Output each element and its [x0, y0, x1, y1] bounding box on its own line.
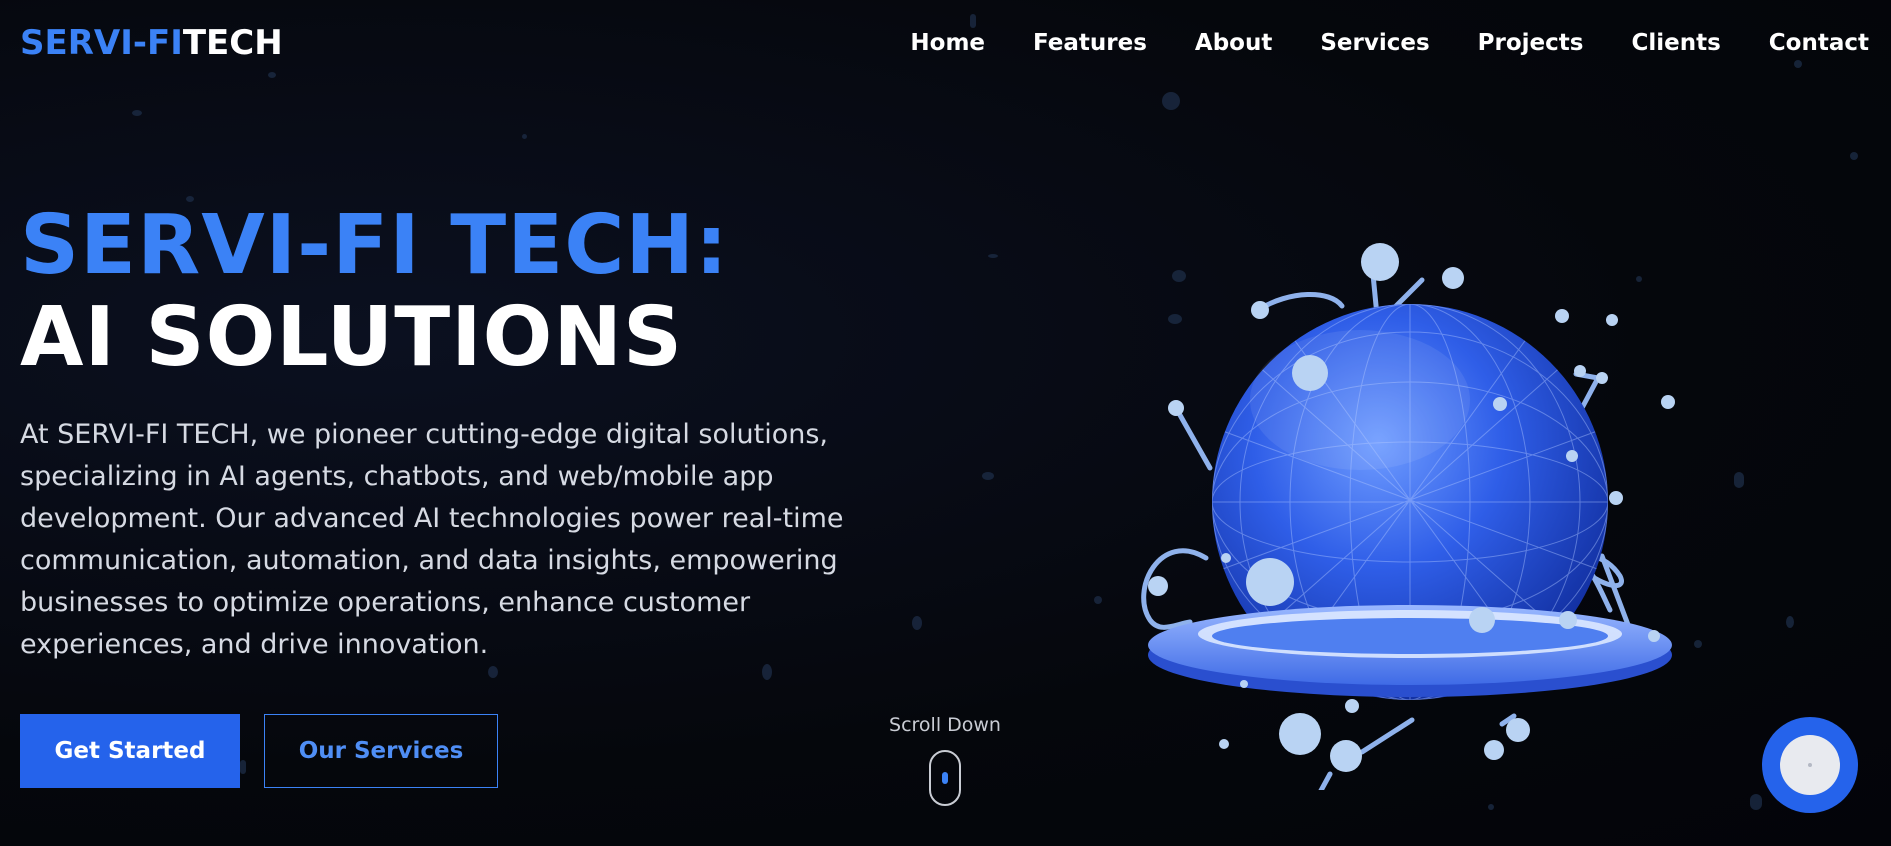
particle — [522, 134, 527, 139]
scroll-down-label: Scroll Down — [889, 714, 1001, 736]
nav-services[interactable]: Services — [1320, 30, 1429, 56]
globe-highlight — [1250, 330, 1470, 470]
chat-icon — [1780, 735, 1840, 795]
chat-dot — [1808, 763, 1812, 767]
get-started-button[interactable]: Get Started — [20, 714, 240, 788]
hero-title-line2: AI SOLUTIONS — [20, 290, 684, 385]
particle — [988, 254, 998, 258]
globe-network-icon — [1120, 230, 1700, 821]
nav-clients[interactable]: Clients — [1631, 30, 1720, 56]
site-header: SERVI-FITECH Home Features About Service… — [0, 0, 1891, 86]
particle — [1162, 92, 1180, 110]
landing-page: SERVI-FITECH Home Features About Service… — [0, 0, 1891, 846]
particle — [1734, 472, 1744, 488]
particle — [240, 760, 246, 774]
site-logo[interactable]: SERVI-FITECH — [20, 23, 283, 63]
particle — [132, 110, 142, 116]
nav-projects[interactable]: Projects — [1478, 30, 1584, 56]
main-nav: Home Features About Services Projects Cl… — [910, 30, 1869, 56]
globe-ring-core — [1212, 618, 1608, 654]
particle — [1786, 616, 1794, 628]
mouse-scroll-icon — [929, 750, 961, 806]
hero-title: SERVI-FI TECH: AI SOLUTIONS — [20, 200, 729, 384]
hero-title-line1: SERVI-FI TECH: — [20, 198, 729, 293]
logo-rest: TECH — [182, 23, 283, 63]
particle — [488, 666, 498, 678]
scroll-down-indicator[interactable]: Scroll Down — [880, 714, 1010, 806]
chat-button[interactable] — [1762, 717, 1858, 813]
nav-home[interactable]: Home — [910, 30, 985, 56]
hero-description: At SERVI-FI TECH, we pioneer cutting-edg… — [20, 419, 844, 660]
nav-contact[interactable]: Contact — [1769, 30, 1869, 56]
nav-about[interactable]: About — [1195, 30, 1272, 56]
particle — [1750, 794, 1762, 810]
nav-features[interactable]: Features — [1033, 30, 1147, 56]
logo-accent: SERVI-FI — [20, 23, 183, 63]
globe-illustration — [1141, 243, 1675, 821]
mouse-wheel — [942, 772, 948, 784]
particle — [1850, 152, 1858, 160]
particle — [762, 664, 772, 680]
our-services-button[interactable]: Our Services — [264, 714, 498, 788]
particle — [1094, 596, 1102, 604]
particle — [982, 472, 994, 480]
particle — [1488, 804, 1494, 810]
